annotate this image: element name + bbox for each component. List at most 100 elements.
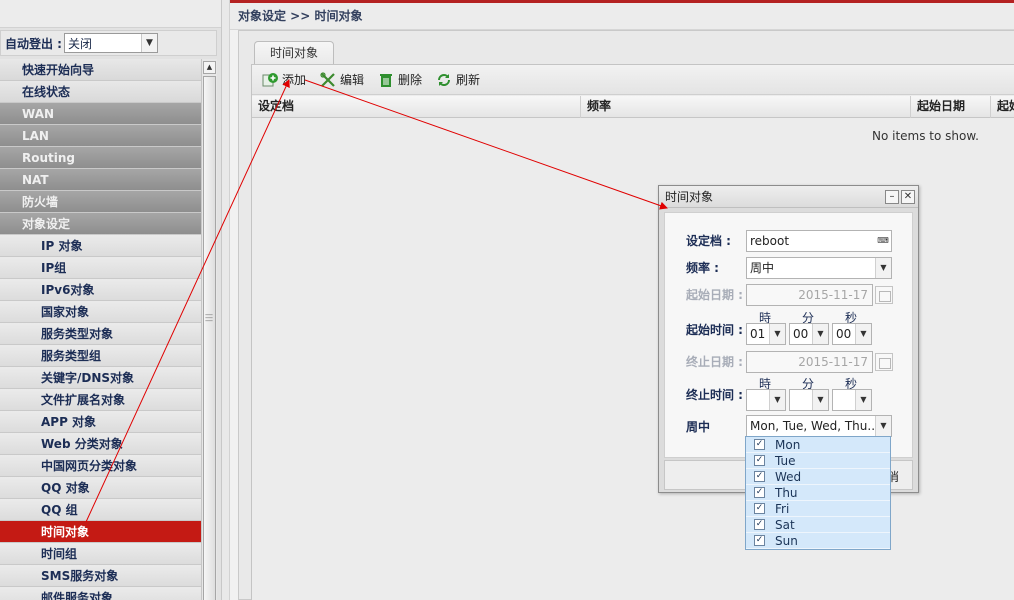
checkbox-icon[interactable]: ✓ — [754, 487, 765, 498]
start-minute-select[interactable]: 00 ▼ — [789, 323, 829, 345]
auto-logout-select[interactable]: 关闭 ▼ — [63, 33, 158, 53]
weekday-option-label: Thu — [775, 485, 798, 500]
checkbox-icon[interactable]: ✓ — [754, 455, 765, 466]
start-second-select[interactable]: 00 ▼ — [832, 323, 872, 345]
end-date-input[interactable]: 2015-11-17 — [746, 351, 873, 373]
weekdays-value: Mon, Tue, Wed, Thu... — [750, 419, 879, 433]
chevron-down-icon[interactable]: ▼ — [812, 324, 828, 344]
end-minute-select[interactable]: ▼ — [789, 389, 829, 411]
weekday-option[interactable]: ✓ Thu — [746, 485, 890, 501]
breadcrumb: 对象设定 >> 时间对象 — [230, 0, 1014, 30]
weekday-option[interactable]: ✓ Sun — [746, 533, 890, 549]
checkbox-icon[interactable]: ✓ — [754, 503, 765, 514]
sidebar-item[interactable]: 时间组 — [0, 543, 202, 565]
delete-button[interactable]: 删除 — [378, 71, 422, 88]
grid-header: 设定档 频率 起始日期 起始 — [252, 96, 1014, 118]
sidebar-item[interactable]: IP 对象 — [0, 235, 202, 257]
profile-input[interactable]: reboot ⌨ — [746, 230, 892, 252]
dialog-title: 时间对象 — [665, 190, 714, 204]
weekday-option-label: Mon — [775, 437, 801, 452]
sidebar-item[interactable]: SMS服务对象 — [0, 565, 202, 587]
checkbox-icon[interactable]: ✓ — [754, 439, 765, 450]
chevron-down-icon[interactable]: ▼ — [875, 416, 891, 436]
weekday-option[interactable]: ✓ Tue — [746, 453, 890, 469]
sidebar-item-label: IP 对象 — [41, 239, 83, 253]
calendar-icon[interactable] — [875, 286, 893, 304]
sidebar-item[interactable]: 文件扩展名对象 — [0, 389, 202, 411]
add-button[interactable]: 添加 — [262, 71, 306, 88]
checkbox-icon[interactable]: ✓ — [754, 535, 765, 546]
sidebar-item-label: 对象设定 — [22, 217, 71, 231]
checkbox-icon[interactable]: ✓ — [754, 471, 765, 482]
sidebar-item[interactable]: Web 分类对象 — [0, 433, 202, 455]
sidebar-item[interactable]: 服务类型组 — [0, 345, 202, 367]
column-header-start-time[interactable]: 起始 — [991, 96, 1014, 118]
sidebar-item-label: SMS服务对象 — [41, 569, 119, 583]
sidebar-item[interactable]: 快速开始向导 — [0, 59, 202, 81]
weekday-option-label: Wed — [775, 469, 802, 484]
weekday-option[interactable]: ✓ Mon — [746, 437, 890, 453]
sidebar-item[interactable]: 防火墙 — [0, 191, 202, 213]
chevron-down-icon[interactable]: ▼ — [769, 324, 785, 344]
sidebar-item[interactable]: WAN — [0, 103, 202, 125]
refresh-label: 刷新 — [456, 73, 481, 87]
sidebar-item-label: 服务类型组 — [41, 349, 102, 363]
sidebar-item-label: IPv6对象 — [41, 283, 95, 297]
weekday-option-label: Fri — [775, 501, 790, 516]
refresh-button[interactable]: 刷新 — [436, 71, 480, 88]
frequency-select[interactable]: 周中 ▼ — [746, 257, 892, 279]
weekday-option[interactable]: ✓ Fri — [746, 501, 890, 517]
sidebar-item[interactable]: 在线状态 — [0, 81, 202, 103]
sidebar-item[interactable]: QQ 对象 — [0, 477, 202, 499]
sidebar-item[interactable]: 国家对象 — [0, 301, 202, 323]
minus-icon[interactable]: – — [885, 190, 899, 204]
sidebar-item[interactable]: APP 对象 — [0, 411, 202, 433]
sidebar-item[interactable]: IPv6对象 — [0, 279, 202, 301]
end-hour-select[interactable]: ▼ — [746, 389, 786, 411]
chevron-down-icon[interactable]: ▼ — [140, 34, 157, 52]
sidebar-item-label: QQ 组 — [41, 503, 78, 517]
sidebar-item[interactable]: 时间对象 — [0, 521, 202, 543]
edit-tools-icon — [320, 71, 336, 88]
start-date-input[interactable]: 2015-11-17 — [746, 284, 873, 306]
weekday-dropdown-list: ✓ Mon ✓ Tue ✓ Wed ✓ Thu ✓ Fri ✓ Sat ✓ Sun — [745, 436, 891, 550]
scroll-up-icon[interactable]: ▲ — [203, 61, 216, 74]
sidebar-item[interactable]: Routing — [0, 147, 202, 169]
chevron-down-icon[interactable]: ▼ — [855, 390, 871, 410]
start-time-label: 起始时间 : — [686, 323, 743, 337]
sidebar-item-label: Routing — [22, 150, 76, 165]
weekday-option[interactable]: ✓ Sat — [746, 517, 890, 533]
start-hour-select[interactable]: 01 ▼ — [746, 323, 786, 345]
start-hour-value: 01 — [750, 327, 766, 341]
sidebar-item[interactable]: 服务类型对象 — [0, 323, 202, 345]
sidebar-item[interactable]: LAN — [0, 125, 202, 147]
delete-label: 删除 — [398, 73, 423, 87]
scroll-thumb[interactable] — [203, 76, 216, 600]
chevron-down-icon[interactable]: ▼ — [769, 390, 785, 410]
chevron-down-icon[interactable]: ▼ — [855, 324, 871, 344]
close-icon[interactable]: ✕ — [901, 190, 915, 204]
sidebar-item[interactable]: NAT — [0, 169, 202, 191]
add-label: 添加 — [282, 73, 307, 87]
sidebar-item[interactable]: 关键字/DNS对象 — [0, 367, 202, 389]
calendar-icon[interactable] — [875, 353, 893, 371]
sidebar-item[interactable]: 对象设定 — [0, 213, 202, 235]
sidebar-item[interactable]: 中国网页分类对象 — [0, 455, 202, 477]
weekday-option[interactable]: ✓ Wed — [746, 469, 890, 485]
column-header-frequency[interactable]: 频率 — [581, 96, 911, 118]
checkbox-icon[interactable]: ✓ — [754, 519, 765, 530]
end-time-label: 终止时间 : — [686, 388, 743, 402]
column-header-start-date[interactable]: 起始日期 — [911, 96, 991, 118]
sidebar-item[interactable]: 邮件服务对象 — [0, 587, 202, 600]
column-header-profile[interactable]: 设定档 — [252, 96, 581, 118]
chevron-down-icon[interactable]: ▼ — [812, 390, 828, 410]
sidebar-scrollbar[interactable]: ▲ — — — — [201, 59, 217, 600]
tab-time-object[interactable]: 时间对象 — [254, 41, 334, 65]
sidebar-item[interactable]: QQ 组 — [0, 499, 202, 521]
sidebar-item-label: 国家对象 — [41, 305, 90, 319]
chevron-down-icon[interactable]: ▼ — [875, 258, 891, 278]
sidebar-item[interactable]: IP组 — [0, 257, 202, 279]
edit-button[interactable]: 编辑 — [320, 71, 364, 88]
end-second-select[interactable]: ▼ — [832, 389, 872, 411]
weekdays-select[interactable]: Mon, Tue, Wed, Thu... ▼ — [746, 415, 892, 437]
